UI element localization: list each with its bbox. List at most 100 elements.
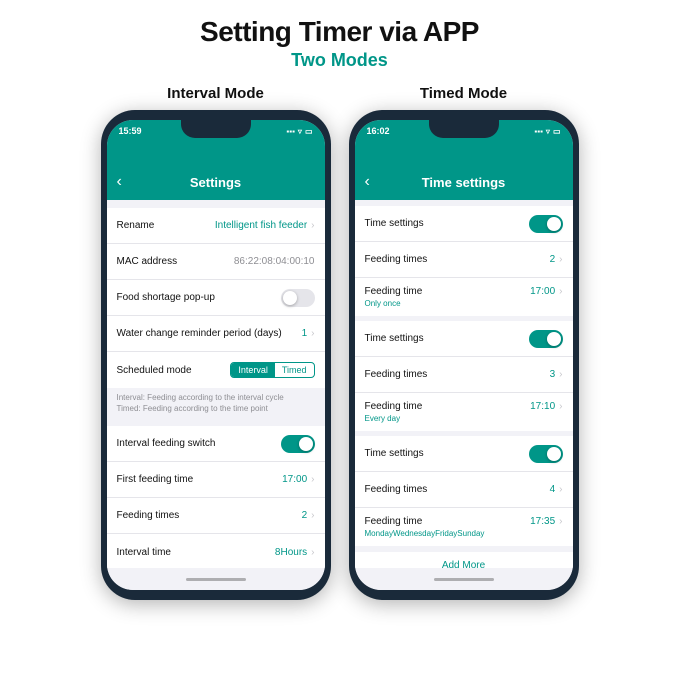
sub-title: Two Modes (291, 50, 388, 71)
interval-food-label: Food shortage pop-up (117, 292, 215, 303)
interval-home-bar (186, 578, 246, 581)
interval-rename-row[interactable]: Rename Intelligent fish feeder › (107, 208, 325, 244)
timed-wifi-icon: ▿ (546, 127, 550, 136)
timed-b2-time-settings-row[interactable]: Time settings (355, 321, 573, 357)
timed-b2-feeding-times-row[interactable]: Feeding times 3 › (355, 357, 573, 393)
interval-status-icons: ▪▪▪ ▿ ▭ (286, 126, 312, 136)
timed-b2-feeding-time-row[interactable]: Feeding time 17:10 › Every day (355, 393, 573, 431)
timed-home-indicator (355, 568, 573, 590)
timed-b3-time-settings-row[interactable]: Time settings (355, 436, 573, 472)
timed-time: 16:02 (367, 126, 390, 136)
interval-app-content: Rename Intelligent fish feeder › MAC add… (107, 200, 325, 568)
timed-b1-feeding-time-label: Feeding time (365, 286, 423, 297)
timed-b3-feeding-times-row[interactable]: Feeding times 4 › (355, 472, 573, 508)
interval-food-toggle-knob (283, 291, 297, 305)
interval-seg-timed[interactable]: Timed (275, 363, 314, 377)
timed-phone: 16:02 ▪▪▪ ▿ ▭ ‹ Time settings (349, 110, 579, 600)
timed-add-more[interactable]: Add More (355, 552, 573, 568)
timed-b2-toggle-knob (547, 332, 561, 346)
interval-water-value: 1 › (302, 328, 315, 339)
interval-feeding-times-row[interactable]: Feeding times 2 › (107, 498, 325, 534)
interval-first-feeding-label: First feeding time (117, 474, 194, 485)
timed-b3-toggle-knob (547, 447, 561, 461)
battery-icon: ▭ (305, 127, 313, 136)
timed-app-header: ‹ Time settings (355, 164, 573, 200)
interval-seg-interval[interactable]: Interval (231, 363, 275, 377)
timed-b2-feeding-times-value: 3 › (550, 369, 563, 380)
timed-b1-time-settings-label: Time settings (365, 218, 424, 229)
interval-back-btn[interactable]: ‹ (117, 173, 122, 191)
interval-first-feeding-row[interactable]: First feeding time 17:00 › (107, 462, 325, 498)
timed-b3-ft-chevron: › (559, 516, 562, 527)
timed-header-title: Time settings (422, 175, 506, 190)
timed-signal-icon: ▪▪▪ (534, 127, 543, 136)
timed-b2-feeding-time-value: 17:10 › (530, 401, 562, 412)
timed-notch (429, 120, 499, 138)
page: Setting Timer via APP Two Modes Interval… (0, 0, 679, 692)
timed-block-3: Time settings Feeding times 4 › (355, 436, 573, 546)
timed-block-1: Time settings Feeding times 2 › (355, 206, 573, 316)
interval-notch-bar: 15:59 ▪▪▪ ▿ ▭ (107, 120, 325, 164)
interval-group-2: Interval feeding switch First feeding ti… (107, 426, 325, 568)
wifi-icon: ▿ (298, 127, 302, 136)
timed-b2-time-settings-label: Time settings (365, 333, 424, 344)
timed-home-bar (434, 578, 494, 581)
timed-phone-inner: 16:02 ▪▪▪ ▿ ▭ ‹ Time settings (355, 120, 573, 590)
interval-interval-time-chevron: › (311, 547, 314, 558)
interval-hint: Interval: Feeding according to the inter… (107, 388, 325, 418)
interval-app-header: ‹ Settings (107, 164, 325, 200)
interval-phone: 15:59 ▪▪▪ ▿ ▭ ‹ Settings (101, 110, 331, 600)
interval-feeding-times-chevron: › (311, 510, 314, 521)
timed-back-btn[interactable]: ‹ (365, 173, 370, 191)
timed-b3-time-settings-label: Time settings (365, 448, 424, 459)
timed-b1-feeding-times-row[interactable]: Feeding times 2 › (355, 242, 573, 278)
timed-status-icons: ▪▪▪ ▿ ▭ (534, 126, 560, 136)
timed-block-2: Time settings Feeding times 3 › (355, 321, 573, 431)
timed-b3-toggle[interactable] (529, 445, 563, 463)
timed-b3-feeding-times-label: Feeding times (365, 484, 428, 495)
timed-battery-icon: ▭ (553, 127, 561, 136)
interval-food-row[interactable]: Food shortage pop-up (107, 280, 325, 316)
interval-mode-label: Interval Mode (167, 85, 264, 102)
interval-rename-chevron: › (311, 220, 314, 231)
interval-water-label: Water change reminder period (days) (117, 328, 282, 339)
interval-rename-label: Rename (117, 220, 155, 231)
interval-water-row[interactable]: Water change reminder period (days) 1 › (107, 316, 325, 352)
timed-mode-section: Timed Mode 16:02 ▪▪▪ ▿ ▭ (349, 85, 579, 600)
timed-b1-feeding-time-value: 17:00 › (530, 286, 562, 297)
interval-mode-section: Interval Mode 15:59 ▪▪▪ ▿ ▭ (101, 85, 331, 600)
phones-row: Interval Mode 15:59 ▪▪▪ ▿ ▭ (101, 85, 579, 600)
interval-switch-toggle[interactable] (281, 435, 315, 453)
timed-b3-recurrence: MondayWednesdayFridaySunday (365, 529, 485, 538)
timed-b3-feeding-time-value: 17:35 › (530, 516, 562, 527)
timed-b1-feeding-time-row[interactable]: Feeding time 17:00 › Only once (355, 278, 573, 316)
interval-segment[interactable]: Interval Timed (230, 362, 314, 378)
timed-b1-feeding-times-label: Feeding times (365, 254, 428, 265)
timed-b2-feeding-time-label: Feeding time (365, 401, 423, 412)
interval-mac-value: 86:22:08:04:00:10 (234, 256, 315, 267)
interval-feeding-times-value: 2 › (302, 510, 315, 521)
timed-b1-ft-chevron: › (559, 286, 562, 297)
interval-group-1: Rename Intelligent fish feeder › MAC add… (107, 208, 325, 388)
main-title: Setting Timer via APP (200, 16, 479, 48)
interval-interval-time-row[interactable]: Interval time 8Hours › (107, 534, 325, 568)
interval-switch-row[interactable]: Interval feeding switch (107, 426, 325, 462)
interval-scheduled-label: Scheduled mode (117, 365, 192, 376)
interval-phone-inner: 15:59 ▪▪▪ ▿ ▭ ‹ Settings (107, 120, 325, 590)
timed-b1-feeding-times-chevron: › (559, 254, 562, 265)
timed-app-content: Time settings Feeding times 2 › (355, 200, 573, 568)
interval-mac-row: MAC address 86:22:08:04:00:10 (107, 244, 325, 280)
interval-scheduled-row[interactable]: Scheduled mode Interval Timed (107, 352, 325, 388)
timed-b1-toggle[interactable] (529, 215, 563, 233)
timed-notch-bar: 16:02 ▪▪▪ ▿ ▭ (355, 120, 573, 164)
interval-food-toggle[interactable] (281, 289, 315, 307)
timed-b2-toggle[interactable] (529, 330, 563, 348)
interval-home-indicator (107, 568, 325, 590)
interval-first-feeding-chevron: › (311, 474, 314, 485)
timed-b1-recurrence: Only once (365, 299, 401, 308)
interval-header-title: Settings (190, 175, 241, 190)
timed-b1-time-settings-row[interactable]: Time settings (355, 206, 573, 242)
interval-switch-knob (299, 437, 313, 451)
timed-b2-feeding-times-chevron: › (559, 369, 562, 380)
timed-b3-feeding-time-row[interactable]: Feeding time 17:35 › MondayWednesdayFrid… (355, 508, 573, 546)
